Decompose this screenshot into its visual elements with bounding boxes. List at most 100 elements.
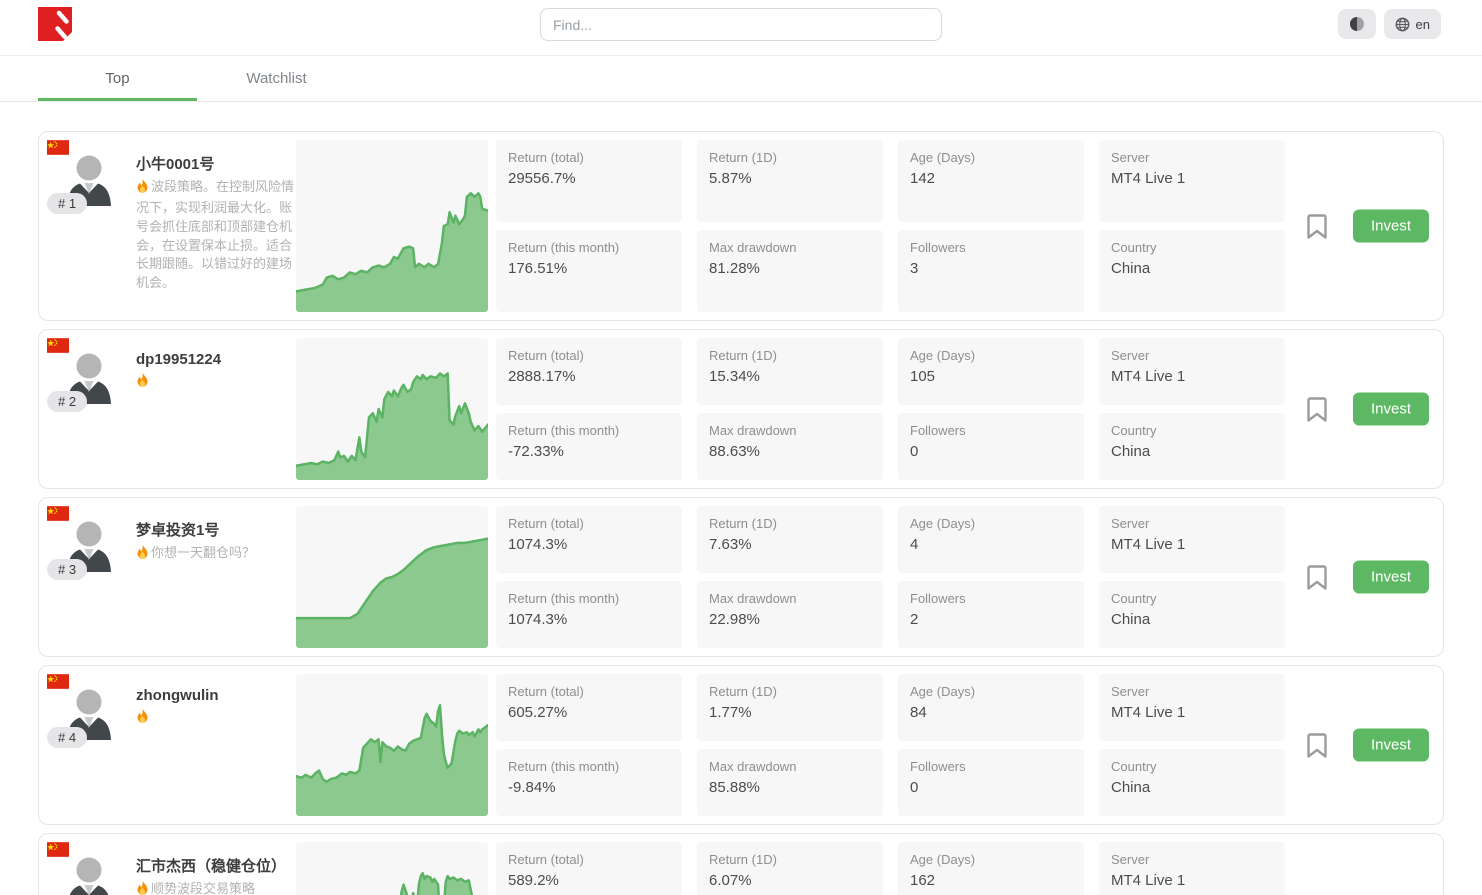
- stat-max-drawdown: Max drawdown 88.63%: [697, 413, 883, 480]
- stat-label: Country: [1111, 240, 1273, 255]
- stat-followers: Followers 2: [898, 581, 1084, 648]
- stat-label: Server: [1111, 348, 1273, 363]
- stat-age-days: Age (Days) 84: [898, 674, 1084, 741]
- china-flag-icon: [47, 842, 69, 857]
- stat-value: MT4 Live 1: [1111, 368, 1273, 385]
- stat-followers: Followers 0: [898, 749, 1084, 816]
- fire-icon: [136, 881, 149, 895]
- stat-age-days: Age (Days) 105: [898, 338, 1084, 405]
- stat-label: Followers: [910, 240, 1072, 255]
- stat-value: 0: [910, 779, 1072, 796]
- stat-return-1d: Return (1D) 6.07%: [697, 842, 883, 895]
- trader-description: [136, 372, 298, 393]
- stats-grid: Return (total) 589.2% Return (1D) 6.07% …: [496, 842, 1286, 895]
- tab-bar: Top Watchlist: [0, 56, 1482, 102]
- stat-value: -9.84%: [508, 779, 670, 796]
- trader-card: # 4 zhongwulin Return (total): [38, 665, 1444, 825]
- stat-label: Followers: [910, 591, 1072, 606]
- invest-button[interactable]: Invest: [1353, 561, 1429, 594]
- trader-name[interactable]: 汇市杰西（稳健仓位）: [136, 855, 298, 876]
- stat-label: Country: [1111, 591, 1273, 606]
- stat-label: Max drawdown: [709, 240, 871, 255]
- equity-sparkline-chart: [296, 140, 488, 312]
- stat-server: Server MT4 Live 1: [1099, 842, 1285, 895]
- trader-info: 小牛0001号 波段策略。在控制风险情况下，实现利润最大化。账号会抓住底部和顶部…: [136, 153, 298, 293]
- stat-value: China: [1111, 779, 1273, 796]
- trader-name[interactable]: zhongwulin: [136, 687, 298, 704]
- stats-grid: Return (total) 1074.3% Return (1D) 7.63%…: [496, 506, 1286, 648]
- stat-server: Server MT4 Live 1: [1099, 674, 1285, 741]
- trader-name[interactable]: 梦卓投资1号: [136, 519, 298, 540]
- app-logo[interactable]: [38, 7, 72, 41]
- stats-grid: Return (total) 605.27% Return (1D) 1.77%…: [496, 674, 1286, 816]
- invest-button[interactable]: Invest: [1353, 393, 1429, 426]
- rank-badge: # 1: [47, 193, 87, 214]
- trader-info: zhongwulin: [136, 687, 298, 729]
- stat-return-total: Return (total) 605.27%: [496, 674, 682, 741]
- stat-label: Followers: [910, 423, 1072, 438]
- stat-value: 176.51%: [508, 260, 670, 277]
- search-input[interactable]: [540, 8, 942, 41]
- invest-button[interactable]: Invest: [1353, 210, 1429, 243]
- theme-toggle-button[interactable]: [1338, 9, 1376, 39]
- stat-label: Max drawdown: [709, 759, 871, 774]
- equity-sparkline-chart: [296, 506, 488, 648]
- stat-label: Return (this month): [508, 423, 670, 438]
- stat-age-days: Age (Days) 162: [898, 842, 1084, 895]
- trader-description-text: 顺势波段交易策略: [151, 881, 255, 895]
- bookmark-icon[interactable]: [1307, 213, 1327, 239]
- stat-value: 2: [910, 611, 1072, 628]
- card-actions: Invest: [1307, 561, 1429, 594]
- stat-value: 1074.3%: [508, 536, 670, 553]
- equity-sparkline-chart: [296, 338, 488, 480]
- trader-name[interactable]: 小牛0001号: [136, 153, 298, 174]
- trader-description-text: 你想一天翻仓吗？: [151, 545, 255, 560]
- stat-label: Age (Days): [910, 684, 1072, 699]
- bookmark-icon[interactable]: [1307, 732, 1327, 758]
- stat-label: Server: [1111, 852, 1273, 867]
- bookmark-icon[interactable]: [1307, 396, 1327, 422]
- language-button[interactable]: en: [1384, 9, 1441, 39]
- trader-list: # 1 小牛0001号 波段策略。在控制风险情况下，实现利润最大化。账号会抓住底…: [38, 131, 1444, 895]
- stat-label: Age (Days): [910, 516, 1072, 531]
- stat-server: Server MT4 Live 1: [1099, 338, 1285, 405]
- stat-value: 29556.7%: [508, 170, 670, 187]
- stat-label: Server: [1111, 684, 1273, 699]
- trader-card: # 5 汇市杰西（稳健仓位） 顺势波段交易策略 Return (total): [38, 833, 1444, 895]
- stat-value: 1.77%: [709, 704, 871, 721]
- tab-top[interactable]: Top: [38, 56, 197, 101]
- tab-watchlist[interactable]: Watchlist: [197, 56, 356, 101]
- stat-value: 162: [910, 872, 1072, 889]
- stat-return-1d: Return (1D) 15.34%: [697, 338, 883, 405]
- person-icon: [61, 856, 117, 895]
- trader-description: 顺势波段交易策略: [136, 880, 298, 895]
- bookmark-icon[interactable]: [1307, 564, 1327, 590]
- stat-country: Country China: [1099, 749, 1285, 816]
- stat-value: China: [1111, 611, 1273, 628]
- stat-value: China: [1111, 260, 1273, 277]
- stat-label: Return (1D): [709, 684, 871, 699]
- stats-grid: Return (total) 29556.7% Return (1D) 5.87…: [496, 140, 1286, 312]
- stat-return-total: Return (total) 29556.7%: [496, 140, 682, 222]
- stat-label: Return (total): [508, 852, 670, 867]
- stat-value: 84: [910, 704, 1072, 721]
- stat-label: Return (1D): [709, 852, 871, 867]
- invest-button[interactable]: Invest: [1353, 729, 1429, 762]
- fire-icon: [136, 709, 149, 729]
- stat-label: Age (Days): [910, 348, 1072, 363]
- stat-max-drawdown: Max drawdown 22.98%: [697, 581, 883, 648]
- stat-label: Return (this month): [508, 591, 670, 606]
- stat-label: Return (1D): [709, 150, 871, 165]
- stat-value: -72.33%: [508, 443, 670, 460]
- trader-name[interactable]: dp19951224: [136, 351, 298, 368]
- language-label: en: [1416, 17, 1430, 32]
- header: en: [0, 0, 1482, 56]
- stat-value: 22.98%: [709, 611, 871, 628]
- fire-icon: [136, 179, 149, 199]
- stat-value: 605.27%: [508, 704, 670, 721]
- trader-description: [136, 708, 298, 729]
- trader-info: 汇市杰西（稳健仓位） 顺势波段交易策略: [136, 855, 298, 895]
- stat-max-drawdown: Max drawdown 85.88%: [697, 749, 883, 816]
- stat-followers: Followers 3: [898, 230, 1084, 312]
- stat-return-month: Return (this month) -72.33%: [496, 413, 682, 480]
